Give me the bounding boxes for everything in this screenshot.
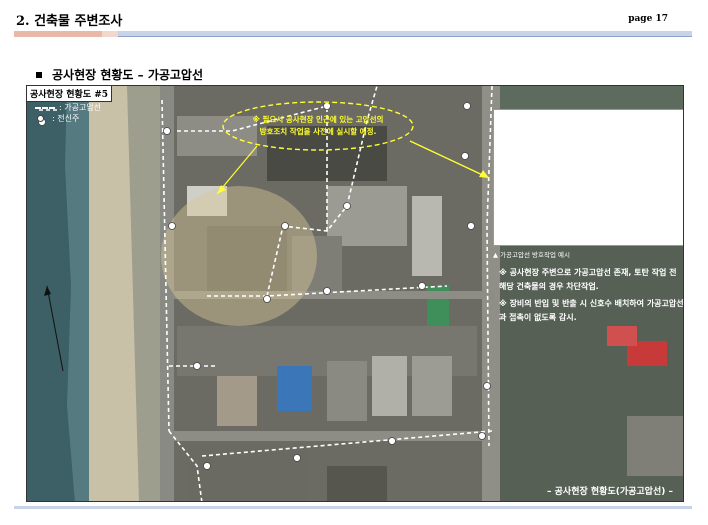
callout-line-1: ※ 필요시 공사현장 인근에 있는 고압선의 (252, 115, 384, 124)
map-label: 공사현장 현황도 #5 (27, 86, 113, 102)
footer-divider (14, 506, 692, 509)
callout-line-2: 방호조치 작업을 사전에 실시할 예정. (259, 127, 377, 136)
map-caption: – 공사현장 현황도(가공고압선) – (547, 487, 673, 497)
section-heading: 공사현장 현황도 – 가공고압선 (36, 66, 203, 83)
inset-caption: ▲ 가공고압선 방호작업 예시 (493, 251, 570, 259)
page-number: page 17 (628, 14, 668, 24)
callout-note: ※ 필요시 공사현장 인근에 있는 고압선의 방호조치 작업을 사전에 실시할 … (228, 105, 408, 147)
dashed-line-icon (35, 106, 55, 109)
inset-protection-example (493, 109, 683, 246)
page-header-title: 2. 건축물 주변조사 (16, 14, 123, 29)
legend-pole-label: : 전신주 (52, 114, 80, 123)
note-2: ※ 장비의 반입 및 반출 시 신호수 배치하여 가공고압선과 접촉이 없도록 … (499, 299, 684, 322)
note-1: ※ 공사현장 주변으로 가공고압선 존재, 토탄 작업 전 해당 건축물의 경우… (499, 268, 677, 291)
pole-dot-icon (37, 115, 44, 122)
legend-power-line-label: : 가공고압선 (59, 103, 102, 112)
map-legend: : 가공고압선 : 전신주 (35, 102, 101, 124)
section-heading-text: 공사현장 현황도 – 가공고압선 (52, 68, 204, 82)
square-bullet-icon (36, 71, 42, 78)
site-map: 공사현장 현황도 #5 : 가공고압선 : 전신주 ※ 필요시 공사현장 인근에… (26, 85, 684, 502)
header-divider (14, 31, 692, 37)
map-notes: ※ 공사현장 주변으로 가공고압선 존재, 토탄 작업 전 해당 건축물의 경우… (499, 266, 684, 328)
